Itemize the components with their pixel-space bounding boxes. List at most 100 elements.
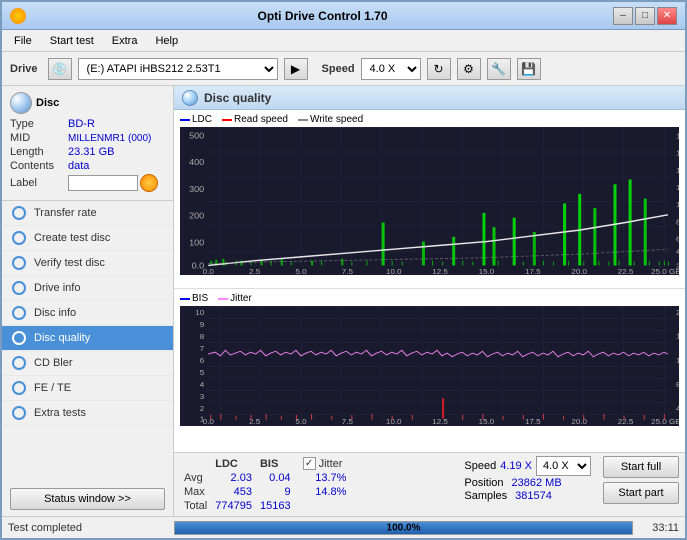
stats-col-bis: BIS <box>256 456 295 471</box>
sidebar-item-fe-te[interactable]: FE / TE <box>2 376 173 401</box>
jitter-checkbox[interactable]: ✓ <box>303 457 316 470</box>
svg-text:300: 300 <box>189 184 204 194</box>
close-button[interactable]: ✕ <box>657 7 677 25</box>
svg-text:12.5: 12.5 <box>432 267 448 275</box>
bis-dot <box>180 298 190 300</box>
read-speed-legend-label: Read speed <box>234 114 288 125</box>
svg-text:10 X: 10 X <box>676 200 679 209</box>
extra-tests-icon <box>10 406 28 420</box>
disc-quality-label: Disc quality <box>34 332 90 344</box>
svg-text:15.0: 15.0 <box>479 418 495 427</box>
disc-info-panel: Disc Type BD-R MID MILLENMR1 (000) Lengt… <box>2 86 173 201</box>
svg-text:17.5: 17.5 <box>525 418 541 427</box>
disc-panel-title: Disc <box>36 97 59 109</box>
svg-text:12 X: 12 X <box>676 183 679 192</box>
svg-text:25.0 GB: 25.0 GB <box>651 418 679 427</box>
refresh-icon[interactable]: ↻ <box>427 58 451 80</box>
svg-text:8 X: 8 X <box>676 218 679 227</box>
samples-value: 381574 <box>515 490 552 502</box>
position-row: Position 23862 MB <box>464 477 591 489</box>
write-speed-dot <box>298 119 308 121</box>
svg-text:20.0: 20.0 <box>571 418 587 427</box>
speed-info-label: Speed <box>464 460 496 472</box>
disc-contents-val: data <box>68 160 89 172</box>
save-icon[interactable]: 💾 <box>517 58 541 80</box>
svg-text:2.5: 2.5 <box>249 267 261 275</box>
jitter-legend-label: Jitter <box>230 293 252 304</box>
sidebar-item-cd-bler[interactable]: CD Bler <box>2 351 173 376</box>
create-test-disc-label: Create test disc <box>34 232 110 244</box>
menu-extra[interactable]: Extra <box>104 33 146 49</box>
menu-start-test[interactable]: Start test <box>42 33 102 49</box>
start-full-button[interactable]: Start full <box>603 456 679 478</box>
minimize-button[interactable]: – <box>613 7 633 25</box>
nav-items: Transfer rate Create test disc Verify te… <box>2 201 173 482</box>
stats-avg-bis: 0.04 <box>256 471 295 485</box>
jitter-checkbox-label: Jitter <box>319 458 343 470</box>
svg-text:2: 2 <box>200 405 204 414</box>
fe-te-label: FE / TE <box>34 382 71 394</box>
stats-avg-ldc: 2.03 <box>211 471 256 485</box>
disc-label-icon[interactable] <box>140 174 158 192</box>
transfer-rate-label: Transfer rate <box>34 207 97 219</box>
disc-mid-val: MILLENMR1 (000) <box>68 133 151 144</box>
stats-header-row: LDC BIS ✓ Jitter <box>180 456 350 471</box>
jitter-dot <box>218 298 228 300</box>
sidebar-item-disc-info[interactable]: Disc info <box>2 301 173 326</box>
svg-text:15.0: 15.0 <box>479 267 495 275</box>
menu-file[interactable]: File <box>6 33 40 49</box>
svg-text:0.0: 0.0 <box>203 267 215 275</box>
speed-select[interactable]: 4.0 X <box>361 58 421 80</box>
maximize-button[interactable]: □ <box>635 7 655 25</box>
drive-action-icon[interactable]: ▶ <box>284 58 308 80</box>
svg-text:12.5: 12.5 <box>432 418 448 427</box>
stats-total-key: Total <box>180 499 211 513</box>
svg-text:16 X: 16 X <box>676 149 679 158</box>
drive-eject-icon[interactable]: 💿 <box>48 58 72 80</box>
sidebar-item-extra-tests[interactable]: Extra tests <box>2 401 173 426</box>
svg-text:5.0: 5.0 <box>295 418 306 427</box>
disc-label-key: Label <box>10 177 68 189</box>
stats-speed-select[interactable]: 4.0 X <box>536 456 591 476</box>
menu-help[interactable]: Help <box>147 33 186 49</box>
status-window-button[interactable]: Status window >> <box>10 488 165 510</box>
disc-contents-key: Contents <box>10 160 68 172</box>
progress-bar-container: 100.0% <box>174 521 633 535</box>
bis-legend-label: BIS <box>192 293 208 304</box>
sidebar-item-transfer-rate[interactable]: Transfer rate <box>2 201 173 226</box>
bis-legend-item: BIS <box>180 293 208 304</box>
start-part-button[interactable]: Start part <box>603 482 679 504</box>
svg-text:8%: 8% <box>676 381 679 390</box>
position-value: 23862 MB <box>512 477 562 489</box>
stats-avg-key: Avg <box>180 471 211 485</box>
disc-info-header: Disc <box>10 92 165 114</box>
svg-text:500: 500 <box>189 131 204 141</box>
time-display: 33:11 <box>639 522 679 534</box>
svg-text:9: 9 <box>200 321 204 330</box>
stats-table: LDC BIS ✓ Jitter Avg 2.03 0.04 <box>180 456 350 513</box>
disc-mid-key: MID <box>10 132 68 144</box>
speed-info-panel: Speed 4.19 X 4.0 X Position 23862 MB Sam… <box>464 456 591 502</box>
ldc-legend-item: LDC <box>180 114 212 125</box>
svg-text:0.0: 0.0 <box>203 418 214 427</box>
stats-avg-row: Avg 2.03 0.04 13.7% <box>180 471 350 485</box>
main-layout: Disc Type BD-R MID MILLENMR1 (000) Lengt… <box>2 86 685 516</box>
svg-text:22.5: 22.5 <box>618 418 634 427</box>
disc-label-input[interactable] <box>68 175 138 191</box>
sidebar-item-disc-quality[interactable]: Disc quality <box>2 326 173 351</box>
stats-total-jitter <box>295 499 351 513</box>
settings-icon2[interactable]: 🔧 <box>487 58 511 80</box>
sidebar-item-verify-test-disc[interactable]: Verify test disc <box>2 251 173 276</box>
sidebar-item-create-test-disc[interactable]: Create test disc <box>2 226 173 251</box>
svg-text:18 X: 18 X <box>676 132 679 141</box>
settings-icon1[interactable]: ⚙ <box>457 58 481 80</box>
ldc-legend-label: LDC <box>192 114 212 125</box>
stats-col-jitter-check: ✓ Jitter <box>295 456 351 471</box>
svg-text:5.0: 5.0 <box>295 267 307 275</box>
sidebar-item-drive-info[interactable]: Drive info <box>2 276 173 301</box>
disc-length-key: Length <box>10 146 68 158</box>
drive-label: Drive <box>10 63 38 75</box>
svg-text:20%: 20% <box>676 309 679 318</box>
charts-container: LDC Read speed Write speed <box>174 110 685 452</box>
drive-select[interactable]: (E:) ATAPI iHBS212 2.53T1 <box>78 58 278 80</box>
